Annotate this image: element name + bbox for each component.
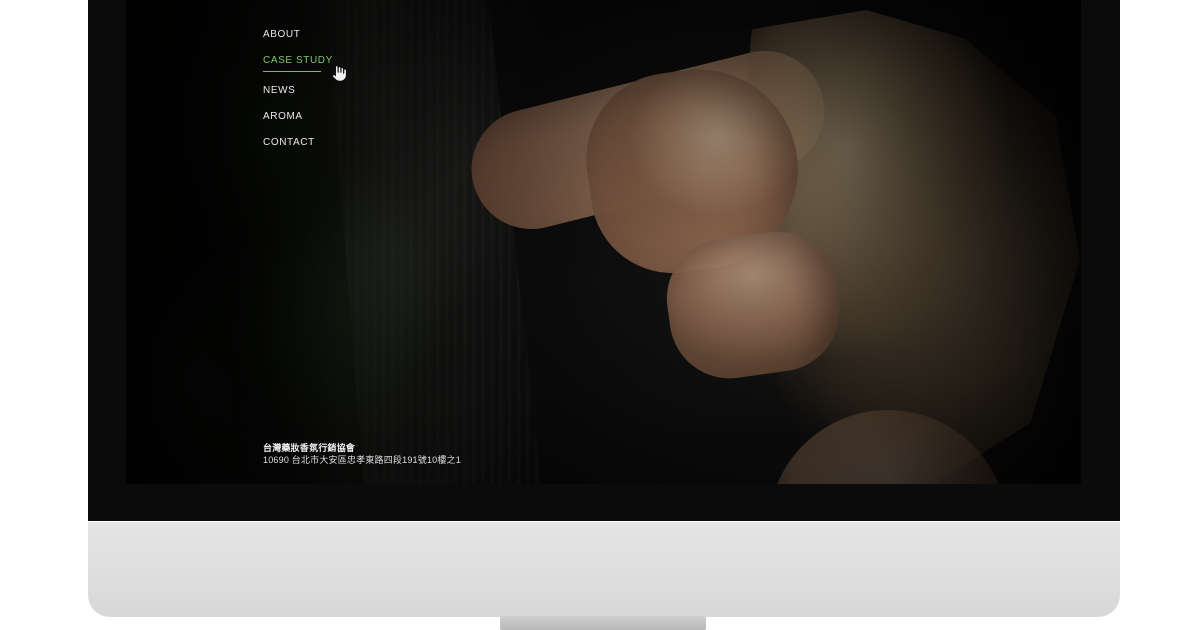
nav-item-case-study[interactable]: CASE STUDY xyxy=(263,54,333,72)
pointer-hand-icon xyxy=(332,65,347,82)
imac-stand xyxy=(500,616,706,630)
nav-item-news[interactable]: NEWS xyxy=(263,84,333,98)
main-nav: ABOUT CASE STUDY NEWS AROMA CONTACT xyxy=(263,28,333,150)
footer-address: 10690 台北市大安區忠孝東路四段191號10樓之1 xyxy=(263,455,461,465)
nav-item-about[interactable]: ABOUT xyxy=(263,28,333,42)
nav-item-contact[interactable]: CONTACT xyxy=(263,136,333,150)
site-footer: 台灣藥妝香氛行銷協會 10690 台北市大安區忠孝東路四段191號10樓之1 xyxy=(263,442,461,466)
imac-mockup: ABOUT CASE STUDY NEWS AROMA CONTACT 台灣藥妝… xyxy=(0,0,1200,630)
hero-portrait xyxy=(438,0,1080,484)
imac-chin xyxy=(88,521,1120,617)
footer-org-name: 台灣藥妝香氛行銷協會 xyxy=(263,443,356,453)
nav-item-aroma[interactable]: AROMA xyxy=(263,110,333,124)
